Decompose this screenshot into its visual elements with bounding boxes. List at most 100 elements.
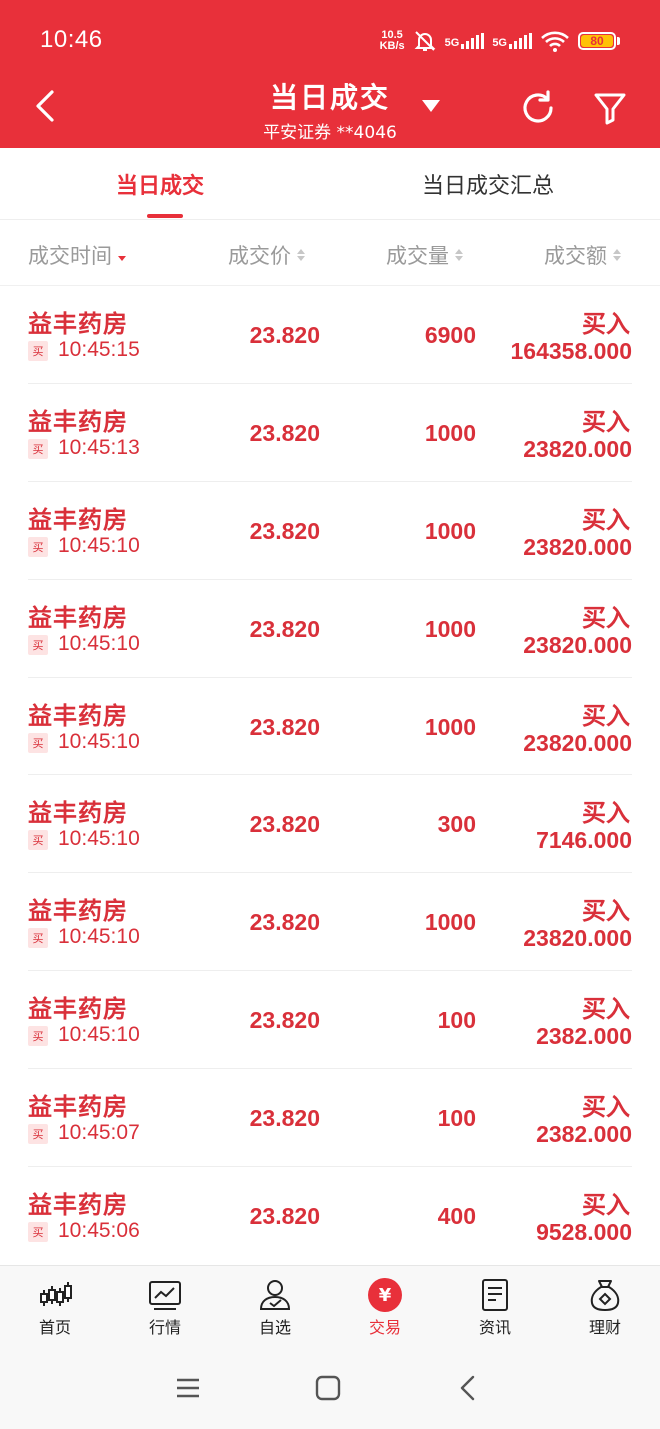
trade-action: 买入: [582, 407, 630, 436]
buy-badge: 买: [28, 1026, 48, 1047]
trade-price: 23.820: [249, 1203, 320, 1230]
trade-amount: 23820.000: [523, 631, 632, 658]
trade-amount: 2382.000: [536, 1023, 632, 1050]
trade-list: 益丰药房 买 10:45:15 23.820 6900 买入 164358.00…: [0, 286, 660, 1265]
trade-row[interactable]: 益丰药房 买 10:45:10 23.820 100 买入 2382.000: [28, 971, 632, 1070]
buy-badge: 买: [28, 536, 48, 557]
trade-action: 买入: [582, 701, 630, 730]
stock-name: 益丰药房: [28, 310, 128, 338]
trade-price: 23.820: [249, 713, 320, 740]
trade-amount: 23820.000: [523, 533, 632, 560]
trade-amount: 2382.000: [536, 1121, 632, 1148]
trade-time: 10:45:06: [58, 1219, 140, 1243]
buy-badge: 买: [28, 634, 48, 655]
col-qty-sort[interactable]: 成交量: [386, 240, 463, 270]
trade-time: 10:45:10: [58, 1023, 140, 1047]
refresh-icon[interactable]: [518, 88, 558, 128]
sort-icon: [297, 249, 305, 261]
trade-row[interactable]: 益丰药房 买 10:45:15 23.820 6900 买入 164358.00…: [28, 286, 632, 384]
stock-name: 益丰药房: [28, 1191, 128, 1220]
trade-amount: 7146.000: [536, 827, 632, 854]
trade-action: 买入: [582, 603, 630, 632]
battery-icon: 80: [578, 32, 620, 50]
bell-muted-icon: [414, 31, 436, 51]
buy-badge: 买: [28, 1124, 48, 1145]
tab-today-trades[interactable]: 当日成交: [116, 168, 204, 200]
trade-price: 23.820: [249, 419, 320, 446]
trade-time: 10:45:10: [58, 533, 140, 557]
trade-price: 23.820: [249, 1007, 320, 1034]
trade-qty: 1000: [424, 517, 476, 544]
trade-amount: 23820.000: [523, 925, 632, 952]
stock-name: 益丰药房: [28, 1093, 128, 1122]
trade-qty: 6900: [424, 322, 476, 348]
header: 当日成交 平安证券 **4046: [0, 80, 660, 148]
trade-amount: 23820.000: [523, 729, 632, 756]
trade-action: 买入: [582, 505, 630, 534]
trade-row[interactable]: 益丰药房 买 10:45:10 23.820 1000 买入 23820.000: [28, 482, 632, 580]
nav-trade[interactable]: ¥ 交易: [345, 1278, 425, 1338]
tab-today-trades-summary[interactable]: 当日成交汇总: [422, 168, 554, 200]
trade-time: 10:45:07: [58, 1121, 140, 1145]
trade-row[interactable]: 益丰药房 买 10:45:10 23.820 300 买入 7146.000: [28, 775, 632, 874]
trade-time: 10:45:13: [58, 435, 140, 459]
nav-news[interactable]: 资讯: [455, 1278, 535, 1338]
document-icon: [482, 1279, 508, 1311]
col-time-sort[interactable]: 成交时间: [28, 240, 126, 270]
system-back-icon[interactable]: [453, 1373, 483, 1403]
trade-time: 10:45:10: [58, 729, 140, 753]
trade-time: 10:45:10: [58, 827, 140, 851]
trade-action: 买入: [582, 799, 630, 828]
stock-name: 益丰药房: [28, 995, 128, 1024]
trade-price: 23.820: [249, 322, 320, 348]
trade-amount: 164358.000: [510, 338, 632, 364]
stock-name: 益丰药房: [28, 799, 128, 828]
candlestick-icon: [40, 1282, 72, 1306]
col-amount-sort[interactable]: 成交额: [544, 240, 621, 270]
trade-row[interactable]: 益丰药房 买 10:45:13 23.820 1000 买入 23820.000: [28, 384, 632, 482]
filter-icon[interactable]: [592, 90, 628, 126]
trade-price: 23.820: [249, 909, 320, 936]
nav-watchlist[interactable]: 自选: [235, 1278, 315, 1338]
trade-qty: 1000: [424, 909, 476, 936]
trade-row[interactable]: 益丰药房 买 10:45:06 23.820 400 买入 9528.000: [28, 1167, 632, 1265]
wifi-icon: [541, 31, 569, 52]
trade-action: 买入: [582, 995, 630, 1024]
menu-icon[interactable]: [173, 1373, 203, 1403]
buy-badge: 买: [28, 438, 48, 459]
dropdown-caret-icon[interactable]: [422, 100, 440, 112]
trade-amount: 23820.000: [523, 435, 632, 462]
trade-qty: 100: [437, 1105, 476, 1132]
trade-row[interactable]: 益丰药房 买 10:45:10 23.820 1000 买入 23820.000: [28, 580, 632, 678]
trade-qty: 1000: [424, 615, 476, 642]
bottom-nav: 首页 行情 自选 ¥ 交易 资讯 理财: [0, 1265, 660, 1345]
trade-time: 10:45:10: [58, 925, 140, 949]
stock-name: 益丰药房: [28, 505, 128, 534]
col-price-sort[interactable]: 成交价: [228, 240, 305, 270]
trade-row[interactable]: 益丰药房 买 10:45:10 23.820 1000 买入 23820.000: [28, 873, 632, 972]
trade-qty: 300: [437, 811, 476, 838]
sort-icon: [455, 249, 463, 261]
stock-name: 益丰药房: [28, 897, 128, 926]
home-square-icon[interactable]: [313, 1373, 343, 1403]
active-tab-indicator: [147, 214, 183, 218]
nav-home[interactable]: 首页: [15, 1278, 95, 1338]
trade-row[interactable]: 益丰药房 买 10:45:07 23.820 100 买入 2382.000: [28, 1069, 632, 1168]
money-bag-icon: [590, 1280, 620, 1312]
account-selector[interactable]: 当日成交 平安证券 **4046: [0, 76, 660, 143]
buy-badge: 买: [28, 830, 48, 851]
trade-time: 10:45:10: [58, 631, 140, 655]
trade-qty: 400: [437, 1203, 476, 1230]
status-icons: 10.5 KB/s 5G 5G 80: [380, 26, 620, 56]
status-bar: 10:46 10.5 KB/s 5G 5G 80: [0, 0, 660, 80]
stock-name: 益丰药房: [28, 407, 128, 436]
nav-market[interactable]: 行情: [125, 1278, 205, 1338]
buy-badge: 买: [28, 1222, 48, 1243]
chart-icon: [149, 1281, 181, 1310]
signal-icon: 5G: [492, 33, 532, 49]
nav-wealth[interactable]: 理财: [565, 1278, 645, 1338]
trade-amount: 9528.000: [536, 1219, 632, 1246]
signal-icon: 5G: [445, 33, 485, 49]
trade-row[interactable]: 益丰药房 买 10:45:10 23.820 1000 买入 23820.000: [28, 678, 632, 776]
sort-icon: [613, 249, 621, 261]
